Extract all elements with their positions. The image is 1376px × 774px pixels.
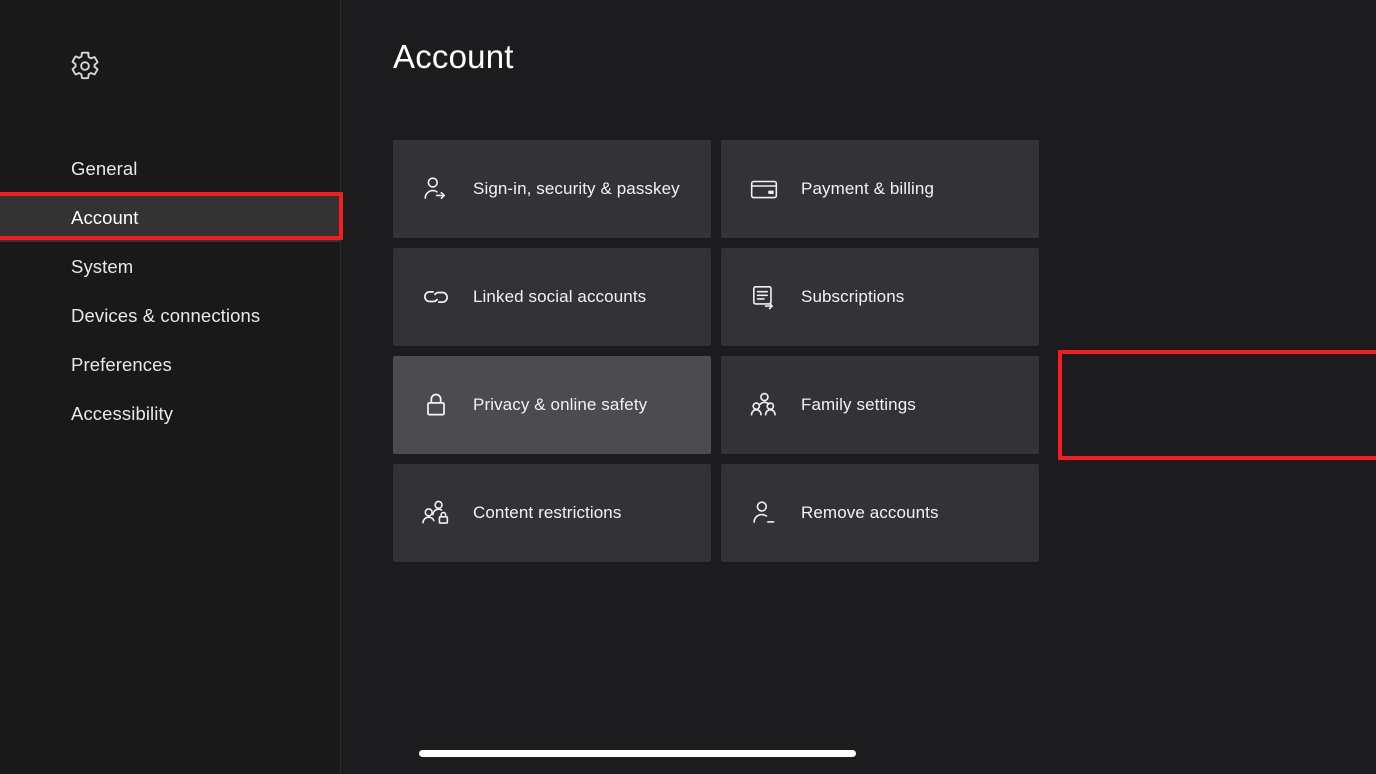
tile-subscriptions[interactable]: Subscriptions	[721, 248, 1039, 346]
sidebar-item-label: Preferences	[71, 353, 172, 375]
tile-label: Linked social accounts	[473, 286, 647, 306]
link-chain-icon	[419, 280, 453, 314]
people-lock-icon	[419, 496, 453, 530]
page-title: Account	[393, 38, 514, 75]
tile-label: Content restrictions	[473, 502, 622, 522]
horizontal-scrollbar-thumb[interactable]	[419, 750, 856, 757]
settings-screen: General Account System Devices & connect…	[0, 0, 1376, 774]
family-people-icon	[747, 388, 781, 422]
tile-remove-accounts[interactable]: Remove accounts	[721, 464, 1039, 562]
sidebar-item-account[interactable]: Account	[0, 193, 341, 242]
sidebar-item-label: General	[71, 157, 138, 179]
sidebar-item-label: Devices & connections	[71, 304, 261, 326]
sidebar-item-system[interactable]: System	[0, 242, 341, 291]
tile-label: Privacy & online safety	[473, 394, 648, 414]
sidebar-nav-list: General Account System Devices & connect…	[0, 144, 341, 438]
horizontal-scrollbar-track[interactable]	[419, 748, 1376, 758]
sidebar-item-preferences[interactable]: Preferences	[0, 340, 341, 389]
credit-card-icon	[747, 172, 781, 206]
sidebar-item-label: Account	[71, 206, 139, 228]
tile-sign-in-security-passkey[interactable]: Sign-in, security & passkey	[393, 140, 711, 238]
sidebar-item-general[interactable]: General	[0, 144, 341, 193]
lock-icon	[419, 388, 453, 422]
tile-label: Payment & billing	[801, 178, 935, 198]
tile-label: Subscriptions	[801, 286, 905, 306]
tile-label: Remove accounts	[801, 502, 939, 522]
tile-linked-social-accounts[interactable]: Linked social accounts	[393, 248, 711, 346]
tile-label: Family settings	[801, 394, 916, 414]
sidebar-item-label: System	[71, 255, 134, 277]
tile-privacy-online-safety[interactable]: Privacy & online safety	[393, 356, 711, 454]
sidebar-item-label: Accessibility	[71, 402, 174, 424]
settings-sidebar: General Account System Devices & connect…	[0, 0, 343, 774]
main-content: Account Sign-in, security & passkey Paym…	[341, 0, 1376, 774]
tile-label: Sign-in, security & passkey	[473, 178, 680, 198]
account-tile-grid: Sign-in, security & passkey Payment & bi…	[393, 140, 1041, 562]
sidebar-item-devices-connections[interactable]: Devices & connections	[0, 291, 341, 340]
person-minus-icon	[747, 496, 781, 530]
gear-icon[interactable]	[69, 50, 101, 82]
document-arrow-icon	[747, 280, 781, 314]
tile-family-settings[interactable]: Family settings	[721, 356, 1039, 454]
annotation-box-family-settings	[1058, 350, 1376, 460]
person-arrow-icon	[419, 172, 453, 206]
sidebar-item-accessibility[interactable]: Accessibility	[0, 389, 341, 438]
tile-content-restrictions[interactable]: Content restrictions	[393, 464, 711, 562]
tile-payment-billing[interactable]: Payment & billing	[721, 140, 1039, 238]
